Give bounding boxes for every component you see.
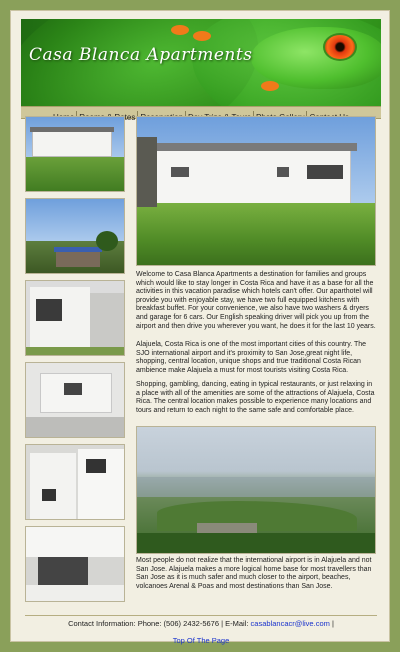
thumbnail-building-corner[interactable] [25,280,125,356]
thumbnail-city-view[interactable] [25,198,125,274]
top-of-page-link[interactable]: Top Of The Page [173,636,230,645]
top-of-page: Top Of The Page [11,636,391,645]
airport-paragraph: Most people do not realize that the inte… [136,557,372,590]
intro-paragraph: Welcome to Casa Blanca Apartments a dest… [136,271,376,330]
footer-divider [25,615,377,616]
page-container: Casa Blanca Apartments HomeRooms & Rates… [10,10,391,645]
site-title: Casa Blanca Apartments [29,45,253,65]
thumbnail-courtyard[interactable] [25,362,125,438]
contact-suffix: | [329,619,334,628]
contact-text: Contact Information: Phone: (506) 2432-5… [68,619,251,628]
thumbnail-house-exterior[interactable] [25,116,125,192]
email-link[interactable]: casablancacr@live.com [251,619,330,628]
thumbnail-balcony-building[interactable] [25,444,125,520]
frog-foot-image [193,31,211,41]
alajuela-paragraph: Alajuela, Costa Rica is one of the most … [136,341,367,374]
frog-image [251,27,381,89]
frog-foot-image [171,25,189,35]
frog-eye-image [323,33,357,61]
attractions-paragraph: Shopping, gambling, dancing, eating in t… [136,381,375,414]
header-banner: Casa Blanca Apartments [21,19,381,106]
frog-foot-image [261,81,279,91]
thumbnail-terrace[interactable] [25,526,125,602]
main-photo-valley [136,426,376,554]
contact-info: Contact Information: Phone: (506) 2432-5… [11,619,391,628]
main-photo-house [136,116,376,266]
